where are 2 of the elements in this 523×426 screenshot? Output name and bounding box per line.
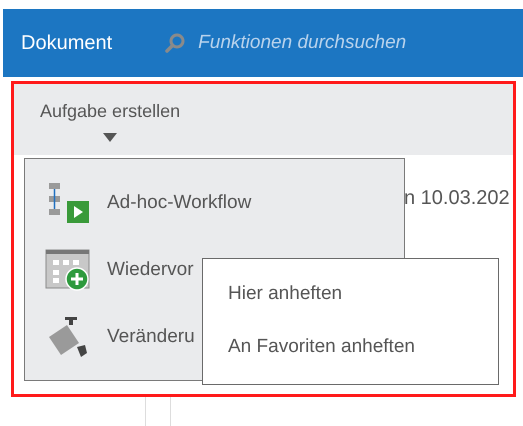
header-title: Dokument [21, 31, 112, 56]
date-text: n 10.03.202 [404, 186, 510, 211]
